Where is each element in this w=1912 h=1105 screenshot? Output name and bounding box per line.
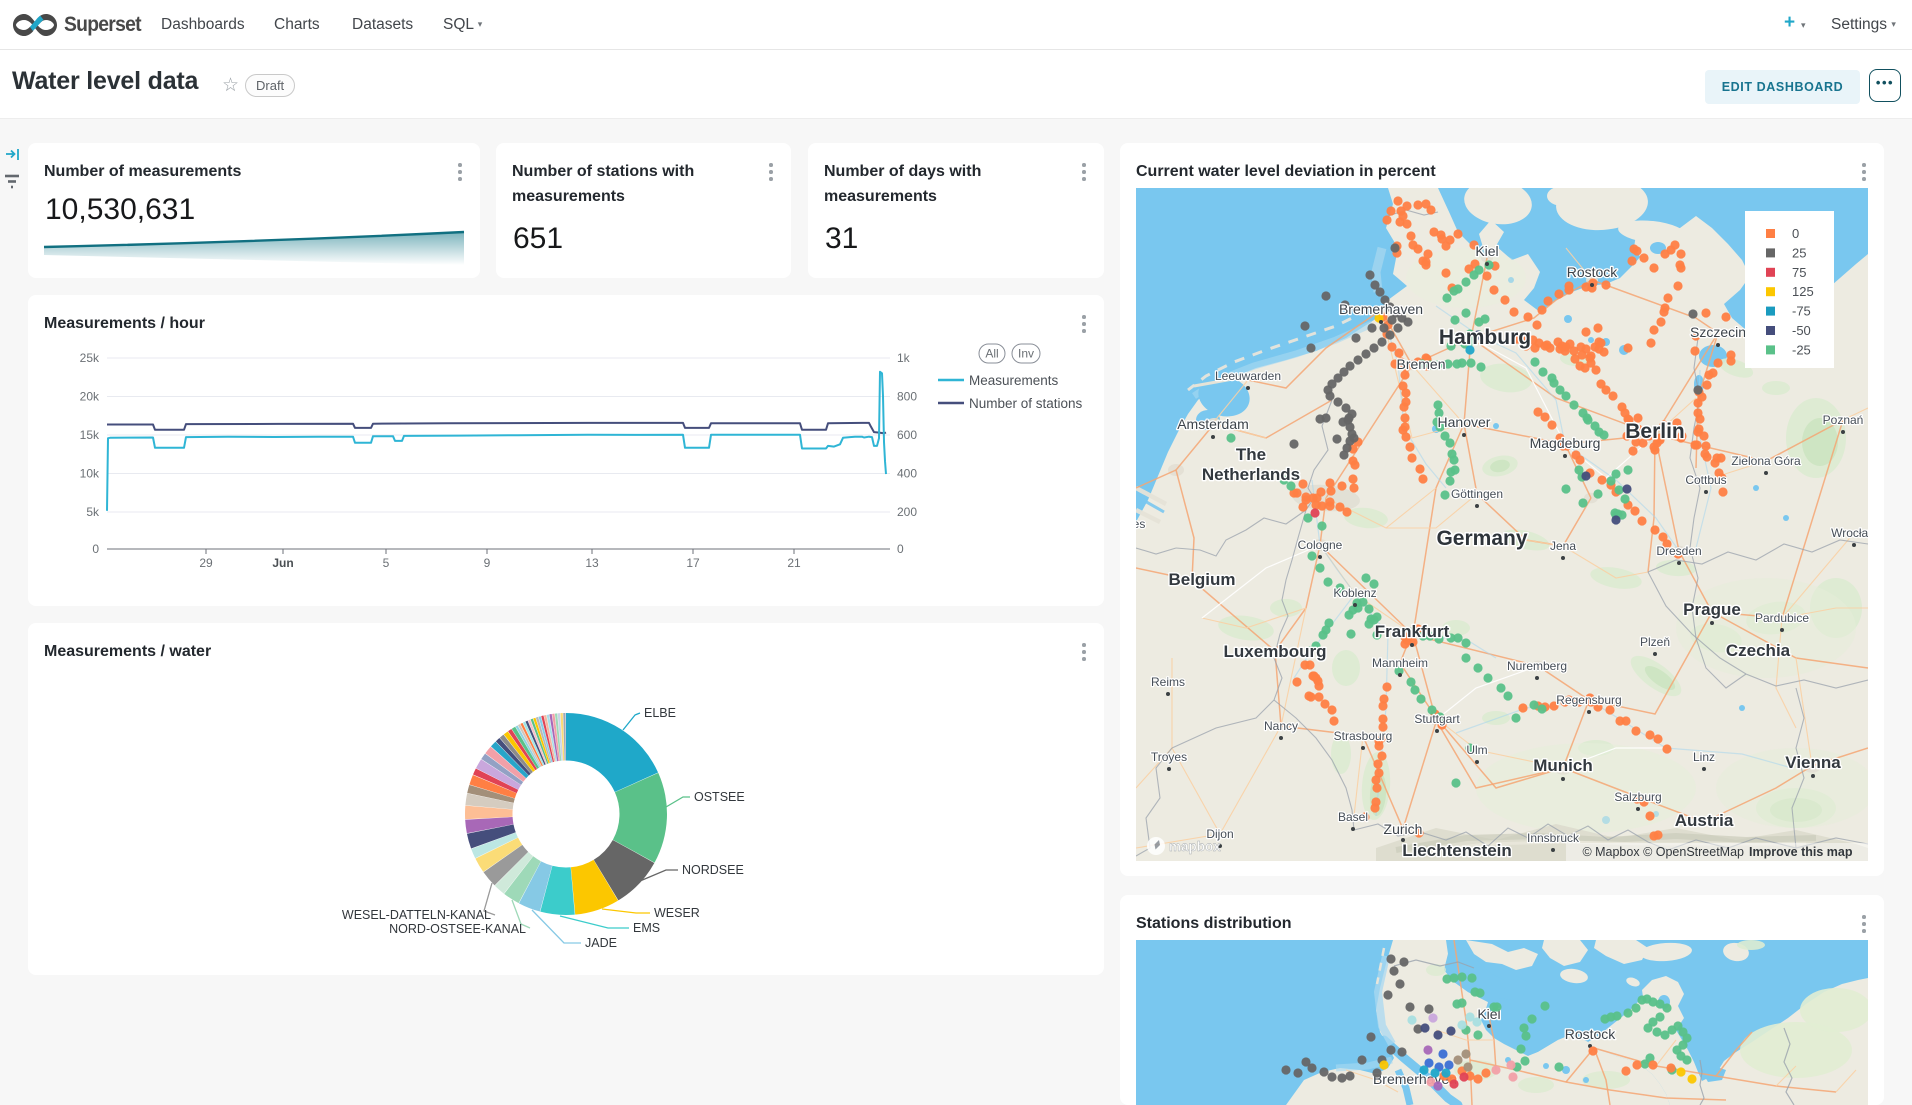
svg-text:Nancy: Nancy bbox=[1264, 719, 1298, 733]
svg-text:125: 125 bbox=[1792, 284, 1814, 299]
svg-text:200: 200 bbox=[897, 505, 917, 519]
svg-text:400: 400 bbox=[897, 467, 917, 481]
svg-text:20k: 20k bbox=[80, 390, 100, 404]
svg-text:Jena: Jena bbox=[1550, 539, 1576, 553]
svg-text:NORDSEE: NORDSEE bbox=[682, 863, 744, 877]
svg-text:1k: 1k bbox=[897, 351, 911, 365]
svg-text:Nuremberg: Nuremberg bbox=[1507, 659, 1567, 673]
svg-text:Göttingen: Göttingen bbox=[1451, 487, 1503, 501]
svg-text:-50: -50 bbox=[1792, 323, 1811, 338]
svg-text:600: 600 bbox=[897, 428, 917, 442]
svg-text:Hanover: Hanover bbox=[1438, 414, 1491, 430]
svg-text:Strasbourg: Strasbourg bbox=[1334, 729, 1393, 743]
svg-text:Wrocław: Wrocław bbox=[1831, 526, 1868, 540]
svg-text:Bremerhaven: Bremerhaven bbox=[1339, 301, 1423, 317]
svg-text:Kiel: Kiel bbox=[1475, 243, 1498, 259]
svg-text:Reims: Reims bbox=[1151, 675, 1185, 689]
svg-text:Koblenz: Koblenz bbox=[1333, 586, 1376, 600]
svg-text:The: The bbox=[1236, 445, 1266, 464]
svg-text:Poznań: Poznań bbox=[1823, 413, 1864, 427]
svg-text:Bremen: Bremen bbox=[1396, 356, 1445, 372]
svg-text:Jun: Jun bbox=[272, 556, 293, 570]
svg-text:Szczecin: Szczecin bbox=[1690, 324, 1746, 340]
svg-text:Cologne: Cologne bbox=[1298, 538, 1343, 552]
svg-text:NORD-OSTSEE-KANAL: NORD-OSTSEE-KANAL bbox=[389, 922, 526, 936]
svg-text:Number of stations: Number of stations bbox=[969, 396, 1083, 411]
svg-text:Plzeň: Plzeň bbox=[1640, 635, 1670, 649]
svg-text:13: 13 bbox=[585, 556, 599, 570]
svg-text:Inv: Inv bbox=[1018, 347, 1034, 361]
svg-text:Cottbus: Cottbus bbox=[1685, 473, 1726, 487]
svg-text:Salzburg: Salzburg bbox=[1614, 790, 1661, 804]
svg-text:Berlin: Berlin bbox=[1625, 420, 1685, 443]
svg-text:Dresden: Dresden bbox=[1656, 544, 1701, 558]
svg-text:© Mapbox © OpenStreetMap: © Mapbox © OpenStreetMap bbox=[1582, 845, 1744, 859]
svg-text:Frankfurt: Frankfurt bbox=[1375, 622, 1450, 641]
svg-text:Linz: Linz bbox=[1693, 750, 1715, 764]
svg-text:Munich: Munich bbox=[1533, 756, 1593, 775]
svg-text:Germany: Germany bbox=[1436, 527, 1527, 550]
svg-text:75: 75 bbox=[1792, 265, 1806, 280]
svg-text:9: 9 bbox=[484, 556, 491, 570]
svg-text:-25: -25 bbox=[1792, 342, 1811, 357]
svg-text:5k: 5k bbox=[86, 505, 100, 519]
svg-text:Ulm: Ulm bbox=[1466, 743, 1487, 757]
svg-text:0: 0 bbox=[897, 542, 904, 556]
svg-text:Liechtenstein: Liechtenstein bbox=[1402, 841, 1512, 860]
svg-text:Measurements: Measurements bbox=[969, 373, 1059, 388]
svg-text:Rostock: Rostock bbox=[1565, 1026, 1617, 1042]
svg-text:JADE: JADE bbox=[585, 936, 617, 950]
svg-text:Troyes: Troyes bbox=[1151, 750, 1187, 764]
svg-text:17: 17 bbox=[686, 556, 700, 570]
svg-text:mapbox: mapbox bbox=[1169, 839, 1221, 854]
svg-text:Prague: Prague bbox=[1683, 600, 1741, 619]
svg-text:25: 25 bbox=[1792, 245, 1806, 260]
svg-text:Czechia: Czechia bbox=[1726, 641, 1791, 660]
svg-text:Zielona Góra: Zielona Góra bbox=[1731, 454, 1801, 468]
svg-text:Innsbruck: Innsbruck bbox=[1527, 831, 1580, 845]
svg-text:OSTSEE: OSTSEE bbox=[694, 790, 745, 804]
svg-text:Regensburg: Regensburg bbox=[1556, 693, 1621, 707]
svg-text:Rostock: Rostock bbox=[1567, 264, 1619, 280]
svg-text:10k: 10k bbox=[80, 467, 100, 481]
svg-text:Basel: Basel bbox=[1338, 810, 1368, 824]
svg-text:Improve this map: Improve this map bbox=[1749, 845, 1853, 859]
svg-text:Hamburg: Hamburg bbox=[1439, 326, 1531, 349]
svg-text:-75: -75 bbox=[1792, 304, 1811, 319]
svg-text:WESER: WESER bbox=[654, 906, 700, 920]
svg-text:5: 5 bbox=[383, 556, 390, 570]
svg-text:Pardubice: Pardubice bbox=[1755, 611, 1809, 625]
svg-text:WESEL-DATTELN-KANAL: WESEL-DATTELN-KANAL bbox=[342, 908, 491, 922]
svg-text:Vienna: Vienna bbox=[1785, 753, 1841, 772]
svg-text:Leeuwarden: Leeuwarden bbox=[1215, 369, 1281, 383]
svg-text:Amsterdam: Amsterdam bbox=[1177, 416, 1249, 432]
svg-text:ELBE: ELBE bbox=[644, 706, 676, 720]
svg-text:15k: 15k bbox=[80, 428, 100, 442]
svg-text:Luxembourg: Luxembourg bbox=[1224, 642, 1327, 661]
svg-text:29: 29 bbox=[199, 556, 213, 570]
svg-text:Austria: Austria bbox=[1675, 811, 1734, 830]
svg-text:Belgium: Belgium bbox=[1168, 570, 1235, 589]
svg-text:800: 800 bbox=[897, 390, 917, 404]
svg-text:Zurich: Zurich bbox=[1384, 821, 1423, 837]
svg-text:All: All bbox=[985, 347, 998, 361]
svg-text:0: 0 bbox=[92, 542, 99, 556]
svg-text:EMS: EMS bbox=[633, 921, 660, 935]
svg-text:Netherlands: Netherlands bbox=[1202, 465, 1300, 484]
svg-text:Stuttgart: Stuttgart bbox=[1414, 712, 1460, 726]
svg-text:Magdeburg: Magdeburg bbox=[1530, 435, 1601, 451]
svg-text:21: 21 bbox=[787, 556, 801, 570]
svg-text:es: es bbox=[1136, 517, 1145, 531]
svg-text:0: 0 bbox=[1792, 226, 1799, 241]
svg-text:Mannheim: Mannheim bbox=[1372, 656, 1428, 670]
svg-text:25k: 25k bbox=[80, 351, 100, 365]
